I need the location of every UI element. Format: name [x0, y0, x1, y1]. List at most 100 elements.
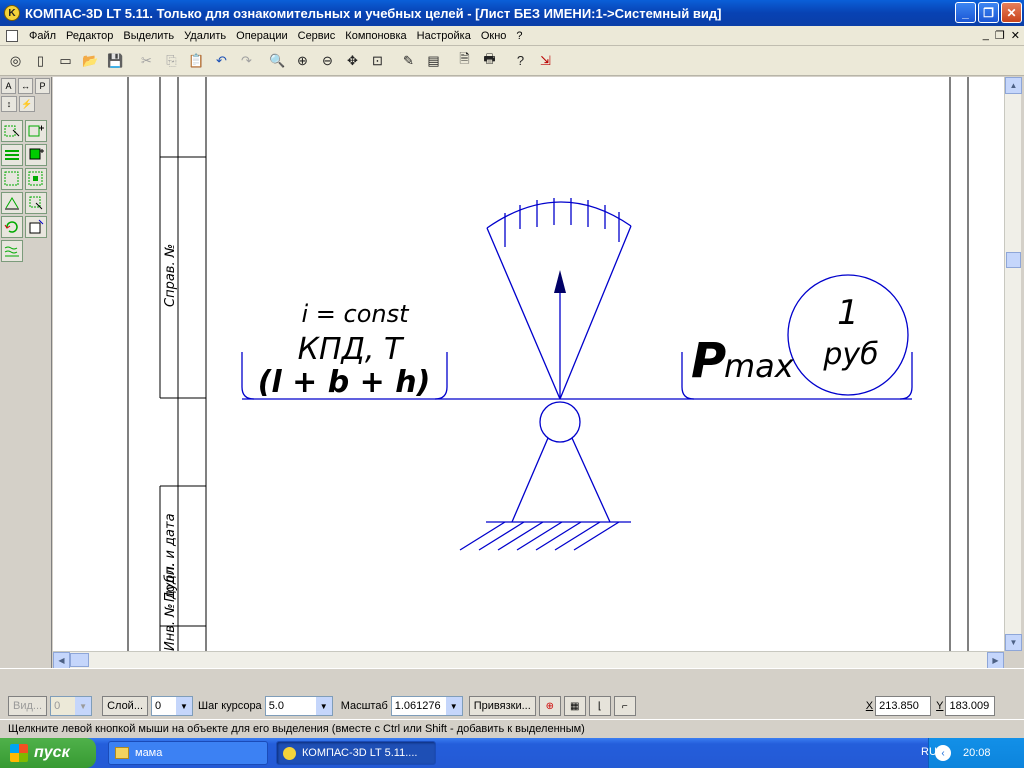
scroll-down-icon[interactable]: ▼ — [1005, 634, 1022, 651]
cursor-step-label: Шаг курсора — [198, 700, 262, 712]
menu-layout[interactable]: Компоновка — [340, 30, 411, 42]
select-tab-icon[interactable]: ⚡ — [19, 96, 35, 112]
menu-service[interactable]: Сервис — [293, 30, 341, 42]
chevron-down-icon: ▼ — [445, 697, 462, 715]
chevron-down-icon: ▼ — [176, 697, 192, 715]
y-coord-field[interactable]: 183.009 — [945, 696, 996, 716]
select-all-icon[interactable] — [1, 168, 23, 190]
restore-button[interactable]: ❐ — [978, 2, 999, 23]
layers-icon[interactable]: ▤ — [422, 49, 445, 72]
geometry-tab-icon[interactable]: A — [1, 78, 16, 94]
price-number: 1 — [837, 293, 859, 333]
scroll-up-icon[interactable]: ▲ — [1005, 77, 1022, 94]
menu-delete[interactable]: Удалить — [179, 30, 231, 42]
zoom-icon[interactable]: 🔍 — [266, 49, 289, 72]
drawing-canvas[interactable]: Справ. № Подп. и дата Инв. № дубл. i = c… — [53, 77, 1004, 651]
paste-icon[interactable]: 📋 — [185, 49, 208, 72]
pan-icon[interactable]: ✥ — [341, 49, 364, 72]
select-cut-icon[interactable] — [25, 192, 47, 214]
menu-bar: Файл Редактор Выделить Удалить Операции … — [0, 26, 1024, 46]
select-style-icon[interactable] — [1, 192, 23, 214]
title-bar: K КОМПАС-3D LT 5.11. Только для ознакоми… — [0, 0, 1024, 26]
y-coord-label: Y — [936, 700, 944, 712]
x-coord-label: X — [865, 700, 874, 712]
x-coord-field[interactable]: 213.850 — [875, 696, 932, 716]
undo-icon[interactable]: ↶ — [210, 49, 233, 72]
menu-help[interactable]: ? — [511, 30, 527, 42]
vertical-scrollbar[interactable]: ▲ ▼ — [1004, 77, 1022, 651]
grid-icon[interactable]: ▦ — [563, 696, 586, 716]
horizontal-scrollbar[interactable]: ◀ ▶ — [53, 651, 1004, 669]
save-icon[interactable]: 💾 — [104, 49, 127, 72]
parameters-tab-icon[interactable]: P — [35, 78, 50, 94]
redo-icon[interactable]: ↷ — [235, 49, 258, 72]
mdi-restore-button[interactable]: ❐ — [995, 29, 1005, 42]
cut-icon[interactable]: ✂ — [135, 49, 158, 72]
taskbar-item-folder[interactable]: мама — [108, 741, 268, 765]
zoom-in-icon[interactable]: ⊕ — [291, 49, 314, 72]
pmax-symbol: P — [691, 333, 726, 389]
exit-icon[interactable]: ⇲ — [534, 49, 557, 72]
mdi-minimize-button[interactable]: _ — [983, 29, 989, 42]
snap-mode-icon[interactable]: ⊕ — [538, 696, 561, 716]
scroll-right-icon[interactable]: ▶ — [987, 652, 1004, 669]
menu-file[interactable]: Файл — [24, 30, 61, 42]
scroll-left-icon[interactable]: ◀ — [53, 652, 70, 669]
scale-select[interactable]: 1.061276 ▼ — [390, 696, 463, 716]
new-model-icon[interactable]: ◎ — [4, 49, 27, 72]
menu-select[interactable]: Выделить — [118, 30, 179, 42]
dimensions-tab-icon[interactable]: ↔ — [18, 78, 33, 94]
formula-line-2: КПД, T — [298, 332, 405, 367]
zoom-fit-icon[interactable]: ⊡ — [366, 49, 389, 72]
print-preview-icon[interactable]: 🗎 — [453, 49, 476, 72]
local-coords-icon[interactable]: ⌊ — [588, 696, 611, 716]
view-select[interactable]: 0 ▼ — [50, 696, 93, 716]
start-button[interactable]: пуск — [0, 738, 96, 768]
menu-window[interactable]: Окно — [476, 30, 512, 42]
document-icon[interactable] — [6, 29, 18, 42]
select-object-icon[interactable] — [25, 168, 47, 190]
select-properties-icon[interactable] — [25, 216, 47, 238]
view-button[interactable]: Вид... — [8, 696, 48, 716]
select-hatch-icon[interactable] — [1, 240, 23, 262]
select-prev-icon[interactable] — [1, 216, 23, 238]
zoom-out-icon[interactable]: ⊖ — [316, 49, 339, 72]
new-sheet-icon[interactable]: ▯ — [29, 49, 52, 72]
horizontal-scroll-thumb[interactable] — [70, 653, 89, 667]
ortho-mode-icon[interactable]: ⌐ — [613, 696, 636, 716]
help-pointer-icon[interactable]: ? — [509, 49, 532, 72]
select-cross-icon[interactable] — [25, 120, 47, 142]
layer-value: 0 — [155, 700, 162, 712]
taskbar: пуск мама КОМПАС-3D LT 5.11.... ‹ 20:08 — [0, 738, 1024, 768]
menu-settings[interactable]: Настройка — [412, 30, 476, 42]
select-frame-icon[interactable] — [1, 120, 23, 142]
minimize-button[interactable]: _ — [955, 2, 976, 23]
edit-tab-icon[interactable]: ↕ — [1, 96, 17, 112]
layer-select[interactable]: 0 ▼ — [151, 696, 193, 716]
snaps-button[interactable]: Привязки... — [468, 696, 536, 716]
task-label-kompas: КОМПАС-3D LT 5.11.... — [302, 747, 418, 759]
print-icon[interactable]: 🖶 — [478, 49, 501, 72]
new-fragment-icon[interactable]: ▭ — [54, 49, 77, 72]
tray-expand-icon[interactable]: ‹ — [935, 745, 951, 761]
kompas-logo-icon — [283, 746, 296, 760]
copy-icon[interactable]: ⎘ — [160, 49, 183, 72]
tool-panel: A ↔ P ↕ ⚡ — [0, 77, 52, 668]
menu-operations[interactable]: Операции — [231, 30, 292, 42]
language-indicator[interactable]: RU — [921, 746, 937, 758]
menu-editor[interactable]: Редактор — [61, 30, 118, 42]
close-button[interactable]: ✕ — [1001, 2, 1022, 23]
refresh-icon[interactable]: ✎ — [397, 49, 420, 72]
chevron-down-icon: ▼ — [75, 697, 92, 715]
open-folder-icon[interactable]: 📂 — [79, 49, 102, 72]
window-title: КОМПАС-3D LT 5.11. Только для ознакомите… — [25, 5, 722, 21]
mdi-close-button[interactable]: ✕ — [1011, 29, 1020, 42]
chevron-down-icon: ▼ — [315, 697, 332, 715]
select-layer-icon[interactable] — [1, 144, 23, 166]
select-view-icon[interactable] — [25, 144, 47, 166]
layer-button[interactable]: Слой... — [102, 696, 148, 716]
pmax-subscript: max — [724, 347, 795, 385]
cursor-step-select[interactable]: 5.0 ▼ — [264, 696, 333, 716]
vertical-scroll-thumb[interactable] — [1006, 252, 1021, 268]
taskbar-item-kompas[interactable]: КОМПАС-3D LT 5.11.... — [276, 741, 436, 765]
